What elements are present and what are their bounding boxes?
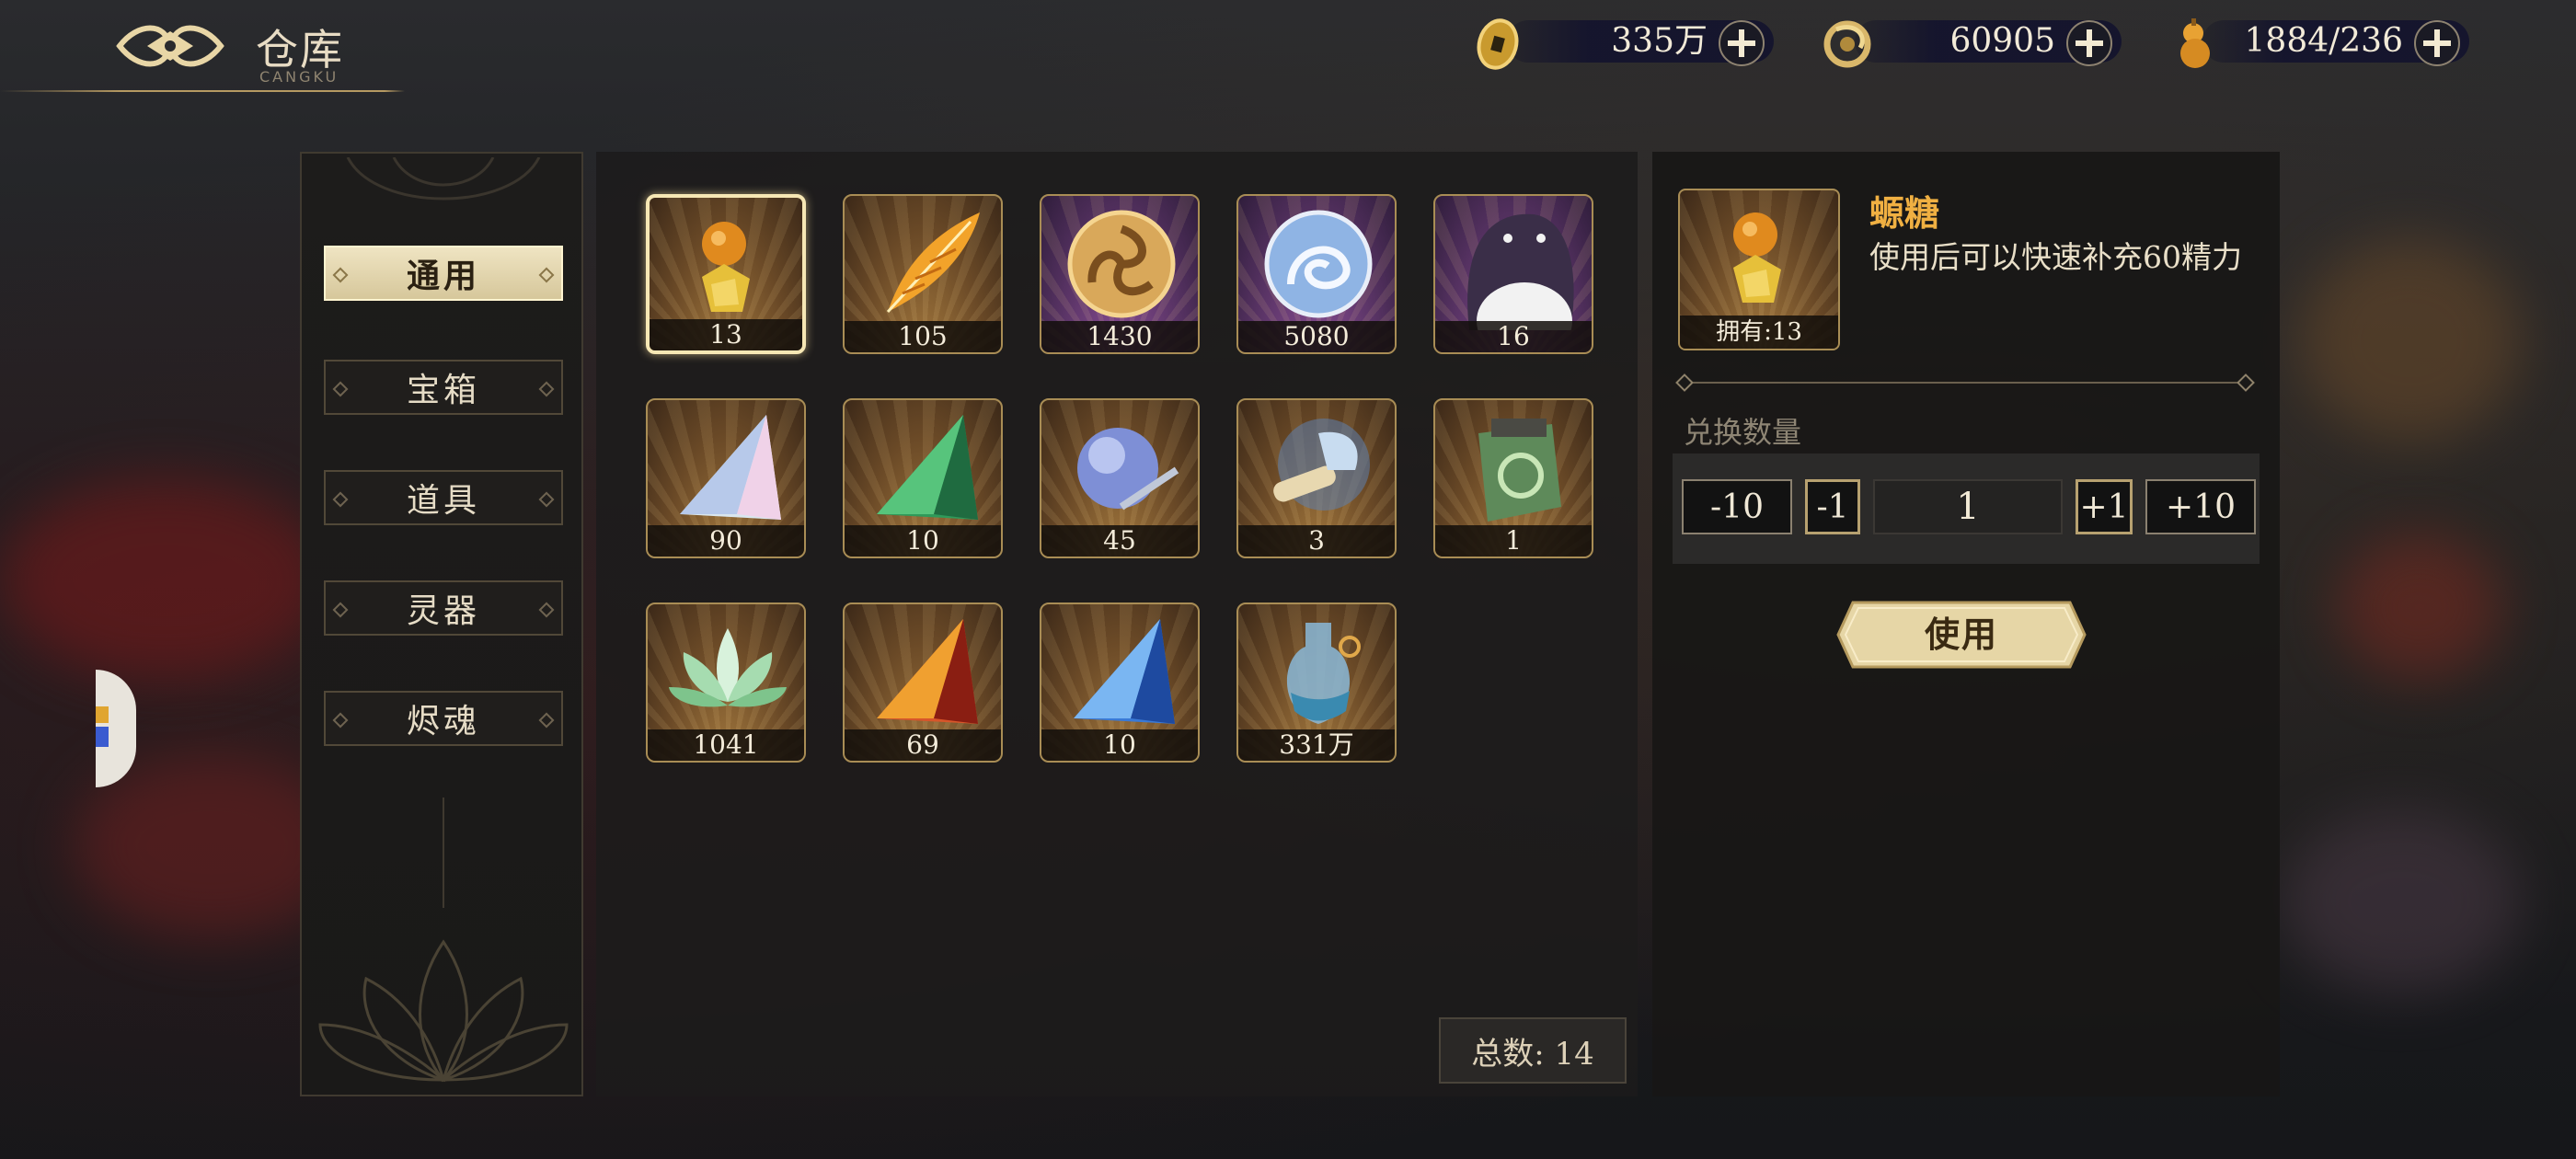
inventory-grid: 13 105 1430 5080 16 90 10 45 3 1 1041 69… xyxy=(596,152,1638,1096)
item-count: 45 xyxy=(1041,525,1198,557)
coin-add-button[interactable] xyxy=(1719,20,1765,66)
gold-coin-icon xyxy=(1477,18,1519,70)
beast-medallion-icon xyxy=(1264,210,1373,318)
tab-divider-line xyxy=(443,798,444,908)
quantity-stepper: -10 -1 1 +1 +10 xyxy=(1673,453,2260,564)
jade-token-icon xyxy=(1478,419,1561,522)
potion-bottle-icon xyxy=(1286,623,1361,724)
resource-coin: 335万 xyxy=(1470,15,1779,70)
tab-chests[interactable]: 宝箱 xyxy=(324,360,563,415)
background-blur xyxy=(0,478,331,681)
detail-divider xyxy=(1684,382,2247,384)
blue-crystal-icon xyxy=(1074,619,1175,724)
golden-feather-icon xyxy=(886,212,980,314)
side-float-button[interactable] xyxy=(96,670,136,787)
background-blur xyxy=(2337,534,2502,681)
item-slot[interactable]: 3 xyxy=(1236,398,1397,558)
item-count: 1 xyxy=(1435,525,1592,557)
item-count: 10 xyxy=(845,525,1001,557)
item-detail-panel: 拥有:13 螈糖 使用后可以快速补充60精力 兑换数量 -10 -1 1 +1 … xyxy=(1652,152,2280,1096)
top-bar: 仓库 CANGKU 335万 60905 1884/236 xyxy=(0,0,2576,92)
item-slot[interactable]: 45 xyxy=(1040,398,1200,558)
item-count: 1041 xyxy=(648,729,804,761)
tab-label: 道具 xyxy=(406,482,480,520)
item-slot[interactable]: 16 xyxy=(1433,194,1593,354)
background-blur xyxy=(2282,809,2521,993)
title-underline xyxy=(0,90,405,92)
crystal-orb-icon xyxy=(1077,428,1179,511)
resource-stamina: 1884/236 xyxy=(2166,15,2475,68)
item-count: 13 xyxy=(650,319,802,350)
stamina-add-button[interactable] xyxy=(2414,20,2460,66)
item-slot[interactable]: 5080 xyxy=(1236,194,1397,354)
item-count: 331万 xyxy=(1238,729,1395,761)
tab-ember-souls[interactable]: 烬魂 xyxy=(324,691,563,746)
item-count: 16 xyxy=(1435,321,1592,352)
tab-general[interactable]: 通用 xyxy=(324,246,563,301)
item-slot[interactable]: 331万 xyxy=(1236,602,1397,763)
gourd-candy-icon xyxy=(1733,212,1781,303)
jade-add-button[interactable] xyxy=(2066,20,2112,66)
green-crystal-icon xyxy=(877,415,978,520)
lotus-ornament xyxy=(318,939,569,1083)
white-crystal-icon xyxy=(680,415,781,520)
minus-10-button[interactable]: -10 xyxy=(1682,479,1792,534)
item-slot[interactable]: 90 xyxy=(646,398,806,558)
item-slot[interactable]: 1430 xyxy=(1040,194,1200,354)
ghost-creature-icon xyxy=(1467,213,1574,330)
tab-label: 通用 xyxy=(406,257,480,295)
item-slot[interactable]: 69 xyxy=(843,602,1003,763)
item-slot[interactable]: 1 xyxy=(1433,398,1593,558)
category-tab-panel: 通用 宝箱 道具 灵器 烬魂 xyxy=(300,152,583,1096)
item-count: 10 xyxy=(1041,729,1198,761)
selected-item-thumbnail: 拥有:13 xyxy=(1678,189,1840,350)
total-count: 总数: 14 xyxy=(1439,1017,1627,1084)
stamina-value: 1884/236 xyxy=(2244,22,2403,60)
resource-jade: 60905 xyxy=(1818,15,2127,68)
background-blur xyxy=(2300,239,2521,442)
item-count: 3 xyxy=(1238,525,1395,557)
item-count: 69 xyxy=(845,729,1001,761)
ornament-top xyxy=(346,157,541,201)
use-button-label: 使用 xyxy=(1924,614,1998,655)
item-count: 1430 xyxy=(1041,321,1198,352)
item-name: 螈糖 xyxy=(1869,192,1940,234)
tab-label: 宝箱 xyxy=(406,372,480,409)
tab-label: 灵器 xyxy=(406,592,480,630)
owned-count: 拥有:13 xyxy=(1680,316,1838,349)
plus-1-button[interactable]: +1 xyxy=(2076,479,2133,534)
item-count: 5080 xyxy=(1238,321,1395,352)
item-slot[interactable]: 13 xyxy=(646,194,806,354)
lotus-icon xyxy=(669,628,787,707)
item-slot[interactable]: 10 xyxy=(1040,602,1200,763)
coin-value: 335万 xyxy=(1611,22,1708,60)
item-count: 105 xyxy=(845,321,1001,352)
tab-label: 烬魂 xyxy=(406,703,480,740)
triskelion-medallion-icon xyxy=(1067,210,1176,318)
item-description: 使用后可以快速补充60精力 xyxy=(1869,239,2242,275)
side-float-icon xyxy=(96,706,109,747)
item-slot[interactable]: 105 xyxy=(843,194,1003,354)
minus-1-button[interactable]: -1 xyxy=(1805,479,1860,534)
scroll-teapot-icon xyxy=(1273,419,1370,511)
use-button[interactable]: 使用 xyxy=(1834,599,2088,671)
gourd-icon xyxy=(2180,18,2210,68)
exchange-quantity-label: 兑换数量 xyxy=(1684,415,1802,450)
dragon-jade-icon xyxy=(1823,20,1871,68)
warehouse-emblem-icon xyxy=(116,25,224,67)
jade-value: 60905 xyxy=(1949,22,2055,60)
item-slot[interactable]: 1041 xyxy=(646,602,806,763)
gourd-candy-icon xyxy=(702,222,750,312)
item-count: 90 xyxy=(648,525,804,557)
tab-spirit-artifacts[interactable]: 灵器 xyxy=(324,580,563,636)
page-subtitle: CANGKU xyxy=(259,68,339,86)
quantity-input[interactable]: 1 xyxy=(1873,479,2063,534)
tab-props[interactable]: 道具 xyxy=(324,470,563,525)
red-crystal-icon xyxy=(877,619,978,724)
item-slot[interactable]: 10 xyxy=(843,398,1003,558)
plus-10-button[interactable]: +10 xyxy=(2145,479,2256,534)
